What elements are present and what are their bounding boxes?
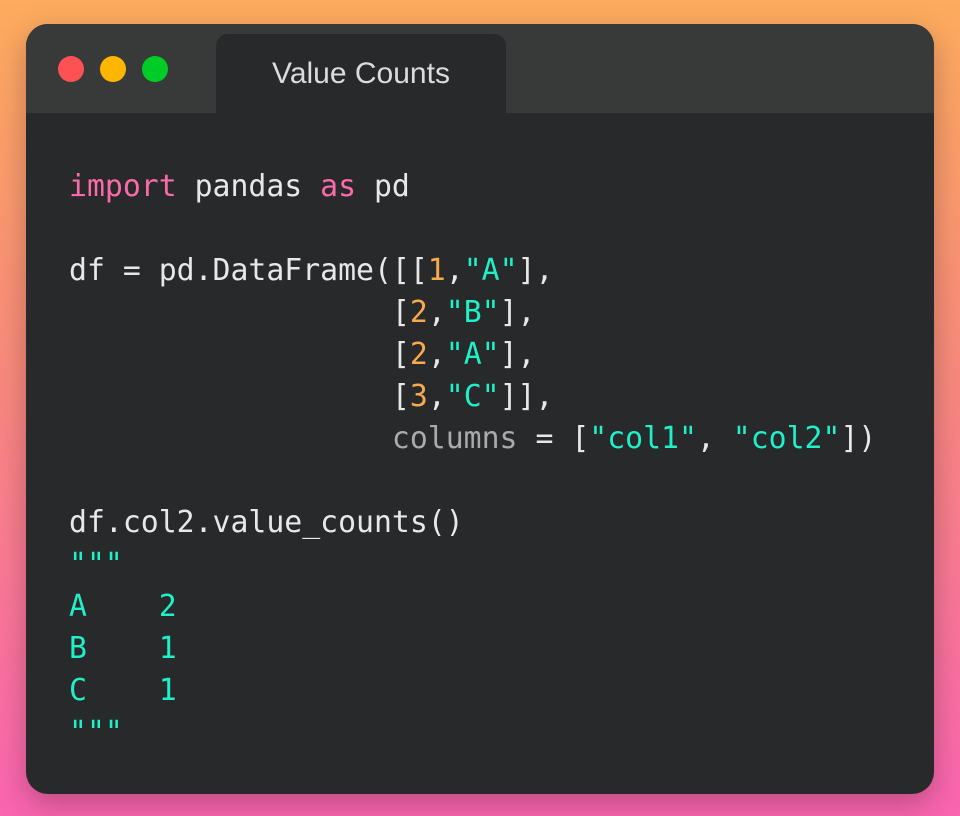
- code-token-plain: ]): [840, 421, 877, 456]
- code-block: import pandas as pd df = pd.DataFrame([[1…: [69, 166, 876, 754]
- code-token-plain: df = pd.DataFrame([[: [69, 253, 428, 288]
- code-token-plain: pd: [356, 169, 410, 204]
- code-line: import pandas as pd: [69, 166, 876, 208]
- code-token-str: "col2": [732, 421, 841, 456]
- code-token-plain: [: [69, 337, 410, 372]
- code-token-str: "col1": [589, 421, 697, 456]
- code-line: [2,"B"],: [69, 292, 876, 334]
- code-token-str: C 1: [69, 673, 177, 708]
- code-token-arg: columns: [391, 421, 518, 456]
- code-token-num: 3: [409, 379, 428, 414]
- code-token-plain: ],: [517, 253, 554, 288]
- code-token-kw: import: [69, 169, 177, 204]
- code-token-plain: ,: [427, 379, 446, 414]
- code-token-num: 2: [409, 337, 428, 372]
- code-token-str: """: [69, 715, 123, 750]
- code-token-plain: ,: [427, 295, 446, 330]
- code-token-kw: as: [320, 169, 357, 204]
- code-line: [2,"A"],: [69, 334, 876, 376]
- minimize-button[interactable]: [100, 56, 126, 82]
- code-token-str: A 2: [69, 589, 177, 624]
- tab-value-counts[interactable]: Value Counts: [216, 34, 506, 113]
- code-token-num: 1: [427, 253, 446, 288]
- code-token-num: 2: [409, 295, 428, 330]
- code-line: A 2: [69, 586, 876, 628]
- code-line: df = pd.DataFrame([[1,"A"],: [69, 250, 876, 292]
- code-token-plain: ]],: [499, 379, 554, 414]
- code-token-plain: pandas: [176, 169, 321, 204]
- code-token-plain: ,: [427, 337, 446, 372]
- code-line: """: [69, 712, 876, 754]
- code-token-plain: ,: [696, 421, 733, 456]
- code-line: """: [69, 544, 876, 586]
- maximize-button[interactable]: [142, 56, 168, 82]
- code-token-str: """: [69, 547, 123, 582]
- code-token-str: "A": [445, 337, 500, 372]
- code-token-plain: [: [69, 295, 410, 330]
- code-line: columns = ["col1", "col2"]): [69, 418, 876, 460]
- code-window: Value Counts import pandas as pd df = pd.…: [26, 24, 934, 794]
- close-button[interactable]: [58, 56, 84, 82]
- code-token-plain: ],: [499, 295, 536, 330]
- code-token-plain: ,: [445, 253, 464, 288]
- code-line: C 1: [69, 670, 876, 712]
- code-token-str: "A": [463, 253, 518, 288]
- code-line: B 1: [69, 628, 876, 670]
- title-bar: Value Counts: [26, 24, 934, 113]
- tab-title: Value Counts: [272, 56, 450, 90]
- code-token-plain: [: [69, 379, 410, 414]
- code-token-str: "C": [445, 379, 500, 414]
- code-token-str: B 1: [69, 631, 177, 666]
- code-line: [3,"C"]],: [69, 376, 876, 418]
- code-token-plain: ],: [499, 337, 536, 372]
- code-token-plain: = [: [517, 421, 590, 456]
- code-token-plain: df.col2.value_counts(): [69, 505, 464, 540]
- code-line: df.col2.value_counts(): [69, 502, 876, 544]
- code-token-str: "B": [445, 295, 500, 330]
